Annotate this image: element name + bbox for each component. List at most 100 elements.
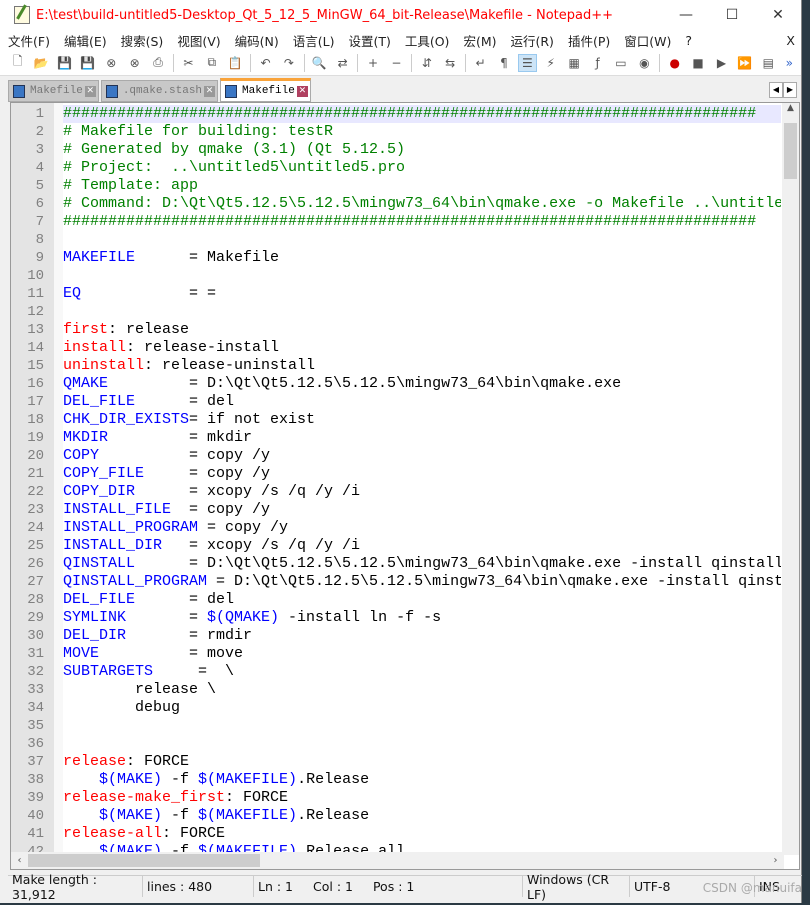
close-icon[interactable]: ⊗ bbox=[102, 54, 120, 72]
line-content[interactable]: # Makefile for building: testR bbox=[63, 123, 781, 141]
line-content[interactable]: # Command: D:\Qt\Qt5.12.5\5.12.5\mingw73… bbox=[63, 195, 781, 213]
save-icon[interactable]: 💾 bbox=[55, 54, 73, 72]
menu-item[interactable]: 运行(R) bbox=[510, 31, 553, 50]
code-line[interactable]: 11 EQ = = bbox=[11, 285, 781, 303]
menu-item[interactable]: 搜索(S) bbox=[121, 31, 164, 50]
code-line[interactable]: 37 release: FORCE bbox=[11, 753, 781, 771]
menu-item[interactable]: 宏(M) bbox=[463, 31, 496, 50]
tab-scroll-right-button[interactable]: ▶ bbox=[783, 82, 797, 98]
code-line[interactable]: 33 release \ bbox=[11, 681, 781, 699]
code-line[interactable]: 15 uninstall: release-uninstall bbox=[11, 357, 781, 375]
code-line[interactable]: 8 bbox=[11, 231, 781, 249]
doc-map-icon[interactable]: ▦ bbox=[565, 54, 583, 72]
find-icon[interactable]: 🔍 bbox=[310, 54, 328, 72]
zoom-in-icon[interactable]: + bbox=[364, 54, 382, 72]
tab-3[interactable]: Makefile ✕ bbox=[220, 78, 311, 102]
line-content[interactable]: ########################################… bbox=[63, 213, 781, 231]
code-line[interactable]: 23 INSTALL_FILE = copy /y bbox=[11, 501, 781, 519]
code-line[interactable]: 9 MAKEFILE = Makefile bbox=[11, 249, 781, 267]
line-content[interactable]: debug bbox=[63, 699, 781, 717]
menu-item[interactable]: 视图(V) bbox=[177, 31, 220, 50]
menu-item[interactable]: 语言(L) bbox=[293, 31, 335, 50]
line-content[interactable]: DEL_FILE = del bbox=[63, 591, 781, 609]
line-content[interactable]: # Generated by qmake (3.1) (Qt 5.12.5) bbox=[63, 141, 781, 159]
code-line[interactable]: 28 DEL_FILE = del bbox=[11, 591, 781, 609]
editor[interactable]: 1 #######################################… bbox=[10, 102, 800, 870]
tab-2[interactable]: .qmake.stash ✕ bbox=[100, 80, 219, 102]
menu-item[interactable]: 工具(O) bbox=[405, 31, 450, 50]
record-macro-icon[interactable]: ● bbox=[666, 54, 684, 72]
scroll-up-icon[interactable]: ▲ bbox=[782, 103, 799, 113]
code-line[interactable]: 17 DEL_FILE = del bbox=[11, 393, 781, 411]
minimize-button[interactable]: — bbox=[663, 7, 709, 23]
paste-icon[interactable]: 📋 bbox=[226, 54, 244, 72]
code-line[interactable]: 7 #######################################… bbox=[11, 213, 781, 231]
code-line[interactable]: 36 bbox=[11, 735, 781, 753]
redo-icon[interactable]: ↷ bbox=[280, 54, 298, 72]
menu-item[interactable]: 插件(P) bbox=[568, 31, 610, 50]
line-content[interactable]: COPY_FILE = copy /y bbox=[63, 465, 781, 483]
scroll-left-icon[interactable]: ‹ bbox=[11, 855, 28, 866]
code-line[interactable]: 30 DEL_DIR = rmdir bbox=[11, 627, 781, 645]
line-content[interactable]: INSTALL_DIR = xcopy /s /q /y /i bbox=[63, 537, 781, 555]
line-content[interactable]: CHK_DIR_EXISTS= if not exist bbox=[63, 411, 781, 429]
maximize-button[interactable]: ☐ bbox=[709, 7, 755, 23]
save-all-icon[interactable]: 💾 bbox=[79, 54, 97, 72]
sync-v-icon[interactable]: ⇵ bbox=[418, 54, 436, 72]
udl-icon[interactable]: ⚡ bbox=[542, 54, 560, 72]
status-eol[interactable]: Windows (CR LF) bbox=[523, 872, 630, 902]
code-line[interactable]: 21 COPY_FILE = copy /y bbox=[11, 465, 781, 483]
code-line[interactable]: 26 QINSTALL = D:\Qt\Qt5.12.5\5.12.5\mingw… bbox=[11, 555, 781, 573]
open-file-icon[interactable]: 📂 bbox=[32, 54, 50, 72]
code-line[interactable]: 3 # Generated by qmake (3.1) (Qt 5.12.5) bbox=[11, 141, 781, 159]
vertical-scroll-thumb[interactable] bbox=[784, 123, 797, 179]
line-content[interactable]: MOVE = move bbox=[63, 645, 781, 663]
line-content[interactable]: release-all: FORCE bbox=[63, 825, 781, 843]
code-line[interactable]: 13 first: release bbox=[11, 321, 781, 339]
menu-item[interactable]: ? bbox=[685, 33, 692, 48]
code-line[interactable]: 4 # Project: ..\untitled5\untitled5.pro bbox=[11, 159, 781, 177]
play-macro-icon[interactable]: ▶ bbox=[712, 54, 730, 72]
line-content[interactable]: QINSTALL = D:\Qt\Qt5.12.5\5.12.5\mingw73… bbox=[63, 555, 781, 573]
code-line[interactable]: 18 CHK_DIR_EXISTS= if not exist bbox=[11, 411, 781, 429]
close-tab-icon[interactable]: ✕ bbox=[84, 85, 96, 97]
line-content[interactable]: DEL_FILE = del bbox=[63, 393, 781, 411]
tab-1[interactable]: Makefile ✕ bbox=[8, 80, 99, 102]
line-content[interactable]: release \ bbox=[63, 681, 781, 699]
line-content[interactable]: $(MAKE) -f $(MAKEFILE).Release bbox=[63, 807, 781, 825]
print-icon[interactable]: ⎙ bbox=[149, 54, 167, 72]
code-line[interactable]: 24 INSTALL_PROGRAM = copy /y bbox=[11, 519, 781, 537]
folder-workspace-icon[interactable]: ▭ bbox=[612, 54, 630, 72]
line-content[interactable] bbox=[63, 717, 781, 735]
code-line[interactable]: 6 # Command: D:\Qt\Qt5.12.5\5.12.5\mingw7… bbox=[11, 195, 781, 213]
line-content[interactable]: SUBTARGETS = \ bbox=[63, 663, 781, 681]
code-line[interactable]: 20 COPY = copy /y bbox=[11, 447, 781, 465]
line-content[interactable] bbox=[63, 735, 781, 753]
line-content[interactable]: QMAKE = D:\Qt\Qt5.12.5\5.12.5\mingw73_64… bbox=[63, 375, 781, 393]
scroll-right-icon[interactable]: › bbox=[767, 855, 784, 866]
code-line[interactable]: 31 MOVE = move bbox=[11, 645, 781, 663]
run-macro-multiple-icon[interactable]: ⏩ bbox=[736, 54, 754, 72]
line-content[interactable]: # Template: app bbox=[63, 177, 781, 195]
line-content[interactable]: install: release-install bbox=[63, 339, 781, 357]
close-document-button[interactable]: X bbox=[786, 33, 795, 48]
line-content[interactable]: release-make_first: FORCE bbox=[63, 789, 781, 807]
horizontal-scroll-thumb[interactable] bbox=[28, 854, 260, 867]
code-lines[interactable]: 1 #######################################… bbox=[11, 105, 781, 861]
line-content[interactable]: first: release bbox=[63, 321, 781, 339]
word-wrap-icon[interactable]: ↵ bbox=[471, 54, 489, 72]
line-content[interactable]: COPY_DIR = xcopy /s /q /y /i bbox=[63, 483, 781, 501]
save-macro-icon[interactable]: ▤ bbox=[759, 54, 777, 72]
code-line[interactable]: 38 $(MAKE) -f $(MAKEFILE).Release bbox=[11, 771, 781, 789]
line-content[interactable]: release: FORCE bbox=[63, 753, 781, 771]
copy-icon[interactable]: ⧉ bbox=[203, 54, 221, 72]
code-line[interactable]: 39 release-make_first: FORCE bbox=[11, 789, 781, 807]
close-tab-icon[interactable]: ✕ bbox=[204, 85, 216, 97]
menu-item[interactable]: 文件(F) bbox=[8, 31, 50, 50]
toolbar-overflow-icon[interactable]: » bbox=[780, 54, 798, 72]
line-content[interactable] bbox=[63, 303, 781, 321]
new-file-icon[interactable]: 🗋 bbox=[9, 54, 27, 72]
show-all-icon[interactable]: ¶ bbox=[495, 54, 513, 72]
code-line[interactable]: 19 MKDIR = mkdir bbox=[11, 429, 781, 447]
replace-icon[interactable]: ⇄ bbox=[333, 54, 351, 72]
